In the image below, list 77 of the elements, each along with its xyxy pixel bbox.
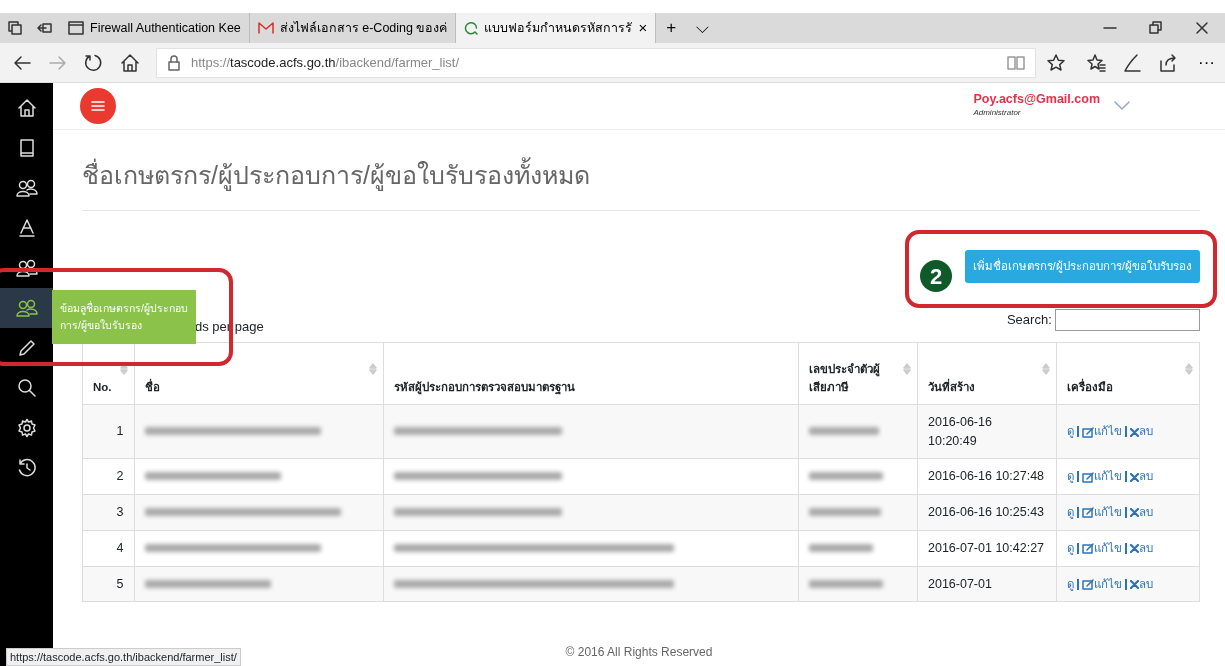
user-role: Administrator — [973, 106, 1022, 119]
window-icon — [68, 21, 84, 35]
pencil-icon[interactable] — [16, 338, 37, 358]
delete-link[interactable]: ลบ — [1129, 425, 1153, 438]
delete-link[interactable]: ลบ — [1129, 470, 1153, 483]
delete-link[interactable]: ลบ — [1129, 541, 1153, 554]
close-icon — [1129, 579, 1139, 589]
footer-text: © 2016 All Rights Reserved — [565, 644, 713, 659]
users-icon[interactable] — [15, 259, 38, 277]
created-date: 2016-07-01 — [928, 576, 992, 591]
users-icon[interactable] — [15, 179, 38, 197]
restore-icon[interactable] — [1148, 20, 1164, 36]
close-icon — [1129, 472, 1139, 482]
edit-link[interactable]: แก้ไข — [1081, 470, 1122, 483]
star-icon[interactable] — [1046, 52, 1066, 73]
new-tab-button[interactable]: + — [656, 13, 687, 43]
close-icon — [1129, 544, 1139, 554]
view-link[interactable]: ดู — [1066, 577, 1074, 590]
edit-icon — [1081, 543, 1094, 555]
delete-link[interactable]: ลบ — [1129, 577, 1153, 590]
search-label: Search: — [1006, 311, 1052, 330]
search-field[interactable] — [1055, 309, 1200, 331]
edit-link[interactable]: แก้ไข — [1081, 541, 1122, 554]
edit-link[interactable]: แก้ไข — [1081, 506, 1122, 518]
edit-icon — [1081, 471, 1094, 483]
add-button[interactable]: เพิ่มชื่อเกษตรกร/ผู้ประกอบการ/ผู้ขอใบรับรอง — [964, 250, 1200, 284]
created-date: 2016-06-16 10:25:43 — [928, 505, 1045, 519]
sidebar-tooltip: ข้อมลูชื่อเกษตรกร/ผู้ประกอบการ/ผู้ขอใบรับรอง — [52, 290, 196, 344]
circle-arrow-icon — [464, 21, 479, 35]
text-icon[interactable] — [17, 218, 36, 238]
settings-icon[interactable] — [16, 418, 37, 438]
more-button[interactable]: ··· — [1188, 49, 1225, 76]
close-icon — [1129, 508, 1139, 518]
tab-list-button[interactable]: ⌵ — [686, 13, 720, 43]
records-per-page-label: ds per page — [195, 318, 264, 337]
delete-link[interactable]: ลบ — [1129, 506, 1153, 518]
status-url: https://tascode.acfs.go.th/ibackend/farmer_list/ — [6, 647, 241, 666]
row-number: 2 — [116, 469, 124, 484]
view-link[interactable]: ดู — [1066, 541, 1074, 554]
blurred-text — [808, 543, 873, 552]
pen-icon[interactable] — [1122, 52, 1142, 73]
lock-icon — [167, 54, 181, 71]
close-icon[interactable] — [1194, 20, 1210, 36]
search-icon[interactable] — [16, 378, 37, 398]
created-date: 2016-06-16 10:27:48 — [928, 469, 1045, 484]
mail-icon — [257, 22, 274, 34]
refresh-icon[interactable] — [84, 52, 104, 73]
row-number: 3 — [116, 505, 124, 519]
menu-button[interactable] — [80, 88, 116, 124]
menu-icon — [91, 100, 105, 112]
column-header[interactable]: No. — [93, 378, 124, 396]
address-field[interactable]: https://tascode.acfs.go.th/ibackend/farmer_list/ — [156, 47, 1036, 78]
row-number: 5 — [116, 576, 124, 591]
created-date: 2016-06-16 10:20:49 — [928, 414, 992, 448]
view-link[interactable]: ดู — [1066, 425, 1074, 438]
edit-link[interactable]: แก้ไข — [1081, 425, 1122, 438]
edit-link[interactable]: แก้ไข — [1081, 577, 1122, 590]
browser-tab[interactable]: แบบฟอร์มกำหนดรหัสการรั × — [456, 13, 657, 43]
row-number: 4 — [116, 540, 124, 555]
step-number-badge: 2 — [920, 260, 952, 292]
favorites-icon[interactable] — [1086, 52, 1106, 73]
home-icon[interactable] — [120, 52, 140, 73]
user-email[interactable]: Poy.acfs@Gmail.com — [973, 93, 1100, 107]
created-date: 2016-07-01 10:42:27 — [928, 540, 1045, 555]
blurred-text — [808, 427, 879, 436]
edit-icon — [1081, 507, 1094, 519]
view-link[interactable]: ดู — [1066, 506, 1074, 518]
view-link[interactable]: ดู — [1066, 470, 1074, 483]
share-icon[interactable] — [1158, 52, 1178, 73]
edit-icon — [1081, 426, 1094, 438]
history-icon[interactable] — [16, 458, 37, 478]
edit-icon — [1081, 578, 1094, 590]
stacked-windows-icon — [7, 20, 23, 36]
tab-arrow-icon — [37, 20, 53, 36]
close-icon — [1129, 427, 1139, 437]
row-number: 1 — [116, 424, 124, 439]
users-icon[interactable] — [15, 299, 38, 317]
